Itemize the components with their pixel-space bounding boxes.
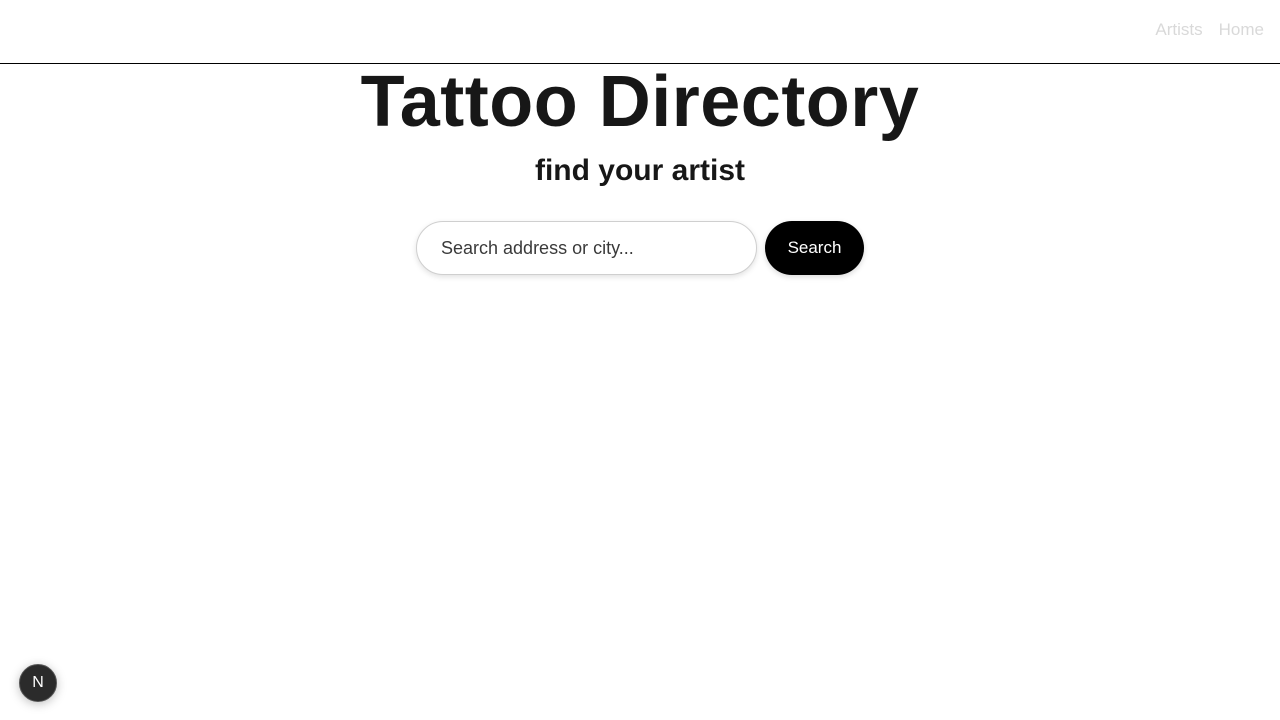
nav-link-artists[interactable]: Artists: [1155, 20, 1202, 40]
search-form: Search: [416, 221, 864, 275]
badge-letter: N: [32, 674, 44, 691]
search-button[interactable]: Search: [765, 221, 864, 275]
nav-menu: Artists Home: [1155, 20, 1264, 40]
page-title: Tattoo Directory: [360, 62, 920, 142]
top-navbar: Artists Home: [0, 0, 1280, 64]
search-input[interactable]: [416, 221, 757, 275]
hero-section: Tattoo Directory find your artist: [0, 64, 1280, 188]
nextjs-logo-icon[interactable]: N: [19, 664, 57, 702]
nav-link-home[interactable]: Home: [1219, 20, 1264, 40]
page-subtitle: find your artist: [534, 154, 745, 187]
